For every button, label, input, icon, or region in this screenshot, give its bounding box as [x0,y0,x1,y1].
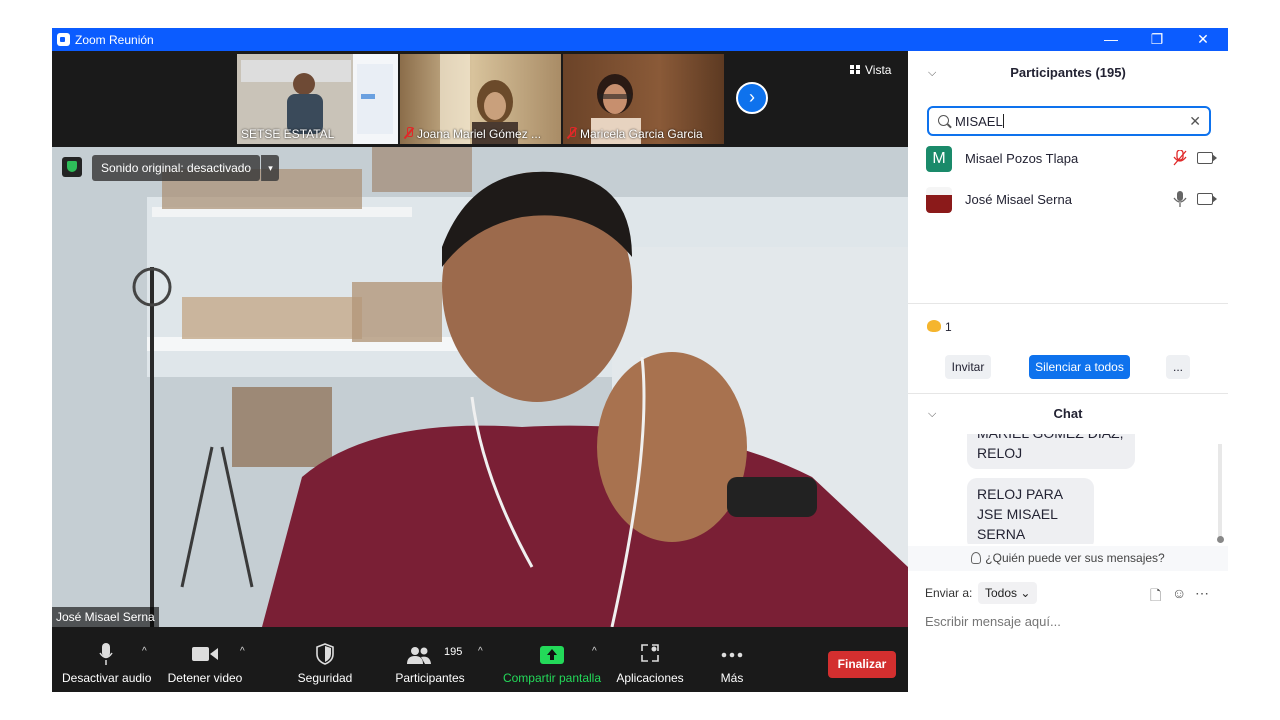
video-camera-icon[interactable] [1197,152,1217,164]
video-options-caret[interactable]: ^ [240,646,245,657]
video-tile[interactable]: SETSE ESTATAL [237,54,398,144]
search-icon [938,115,949,126]
more-icon[interactable]: ⋯ [1195,585,1209,602]
send-to-label: Enviar a: [925,586,973,600]
close-button[interactable]: ✕ [1180,28,1226,51]
speaker-video-frame [52,147,908,627]
participants-count: 195 [444,646,463,658]
security-button[interactable]: Seguridad [290,627,360,692]
collapse-chevron-icon[interactable]: ⌵ [928,51,936,95]
search-value: MISAEL [955,114,1003,129]
more-options-button[interactable]: ... [1166,355,1190,379]
participant-name: Misael Pozos Tlapa [965,151,1079,166]
encryption-shield-icon[interactable] [62,157,82,177]
emoji-icon[interactable]: ☺ [1172,585,1186,601]
participants-icon [407,647,432,664]
audio-options-caret[interactable]: ^ [142,646,147,657]
chat-messages: MARIEL GOMEZ DÍAZ, RELOJ RELOJ PARA JSE … [908,434,1228,544]
next-page-button[interactable]: › [736,82,768,114]
microphone-icon [99,643,113,665]
user-icon [971,552,982,564]
chat-message: MARIEL GOMEZ DÍAZ, RELOJ [967,434,1135,469]
title-bar: Zoom Reunión — ❐ ✕ [52,28,1228,51]
muted-mic-icon [404,127,414,139]
mute-all-button[interactable]: Silenciar a todos [1029,355,1130,379]
minimize-button[interactable]: — [1088,28,1134,51]
shield-icon [316,643,334,665]
chat-message-input[interactable]: Escribir mensaje aquí... [925,614,1061,629]
mute-audio-button[interactable]: Desactivar audio [62,627,151,692]
participant-search-input[interactable]: MISAEL ✕ [927,106,1211,136]
invite-button[interactable]: Invitar [945,355,991,379]
chat-message: RELOJ PARA JSE MISAEL SERNA [967,478,1094,544]
participants-options-caret[interactable]: ^ [478,646,483,657]
chevron-down-icon: ⌄ [1020,586,1031,600]
stop-video-button[interactable]: Detener video [162,627,248,692]
clear-search-icon[interactable]: ✕ [1189,113,1201,130]
microphone-icon[interactable] [1173,191,1187,207]
grid-icon [850,65,860,74]
share-screen-button[interactable]: Compartir pantalla [498,627,606,692]
restore-button[interactable]: ❐ [1134,28,1180,51]
video-camera-icon[interactable] [1197,193,1217,205]
participants-button[interactable]: 195 Participantes [392,627,468,692]
view-button[interactable]: Vista [850,63,891,77]
muted-mic-icon[interactable] [1173,150,1187,166]
apps-icon [641,644,659,662]
video-camera-icon [192,647,218,661]
participant-strip: SETSE ESTATAL Joana Mariel Gómez ... Mar… [52,51,908,147]
participants-title: Participantes (195) [1010,65,1126,80]
message-visibility-link[interactable]: ¿Quién puede ver sus mensajes? [908,546,1228,571]
muted-mic-icon [567,127,577,139]
video-tile[interactable]: Joana Mariel Gómez ... [400,54,561,144]
chevron-right-icon: › [749,87,755,107]
share-options-caret[interactable]: ^ [592,646,597,657]
divider [908,303,1228,304]
file-icon[interactable]: 🗋 [1150,585,1161,609]
participant-row[interactable]: José Misael Serna [908,182,1228,218]
video-tile[interactable]: Maricela Garcia Garcia [563,54,724,144]
participant-name: José Misael Serna [965,192,1072,207]
avatar: M [926,146,952,172]
clapping-hands-icon [927,320,941,332]
participant-row[interactable]: M Misael Pozos Tlapa [908,141,1228,177]
avatar [926,187,952,213]
zoom-logo-icon [57,33,70,46]
tile-name: SETSE ESTATAL [241,127,335,141]
reaction-counter: 1 [927,320,952,334]
apps-button[interactable]: Aplicaciones [614,627,686,692]
original-sound-dropdown[interactable]: ▾ [261,155,279,181]
tile-name: Maricela Garcia Garcia [563,126,707,142]
window-title: Zoom Reunión [75,33,154,47]
collapse-chevron-icon[interactable]: ⌵ [928,394,936,434]
side-panel: ⌵ Participantes (195) MISAEL ✕ M Misael … [908,51,1228,692]
recipient-dropdown[interactable]: Todos ⌄ [978,582,1038,604]
more-dots-icon [721,652,743,658]
participants-header: ⌵ Participantes (195) [908,51,1228,95]
chat-title: Chat [1053,406,1083,421]
tile-name: Joana Mariel Gómez ... [400,126,545,142]
share-screen-icon [540,646,564,664]
text-cursor [1002,114,1004,128]
zoom-window: Zoom Reunión — ❐ ✕ SETSE ESTATAL Joana M… [52,28,1228,692]
end-meeting-button[interactable]: Finalizar [828,651,896,678]
more-button[interactable]: Más [702,627,762,692]
original-sound-toggle[interactable]: Sonido original: desactivado [92,155,261,181]
main-video: Sonido original: desactivado ▾ José Misa… [52,147,908,627]
meeting-toolbar: Desactivar audio ^ Detener video ^ Segur… [52,627,908,692]
video-stage: SETSE ESTATAL Joana Mariel Gómez ... Mar… [52,51,908,627]
chat-header: ⌵ Chat [908,394,1228,434]
chat-scrollbar[interactable] [1217,444,1224,543]
speaker-name: José Misael Serna [52,607,159,627]
